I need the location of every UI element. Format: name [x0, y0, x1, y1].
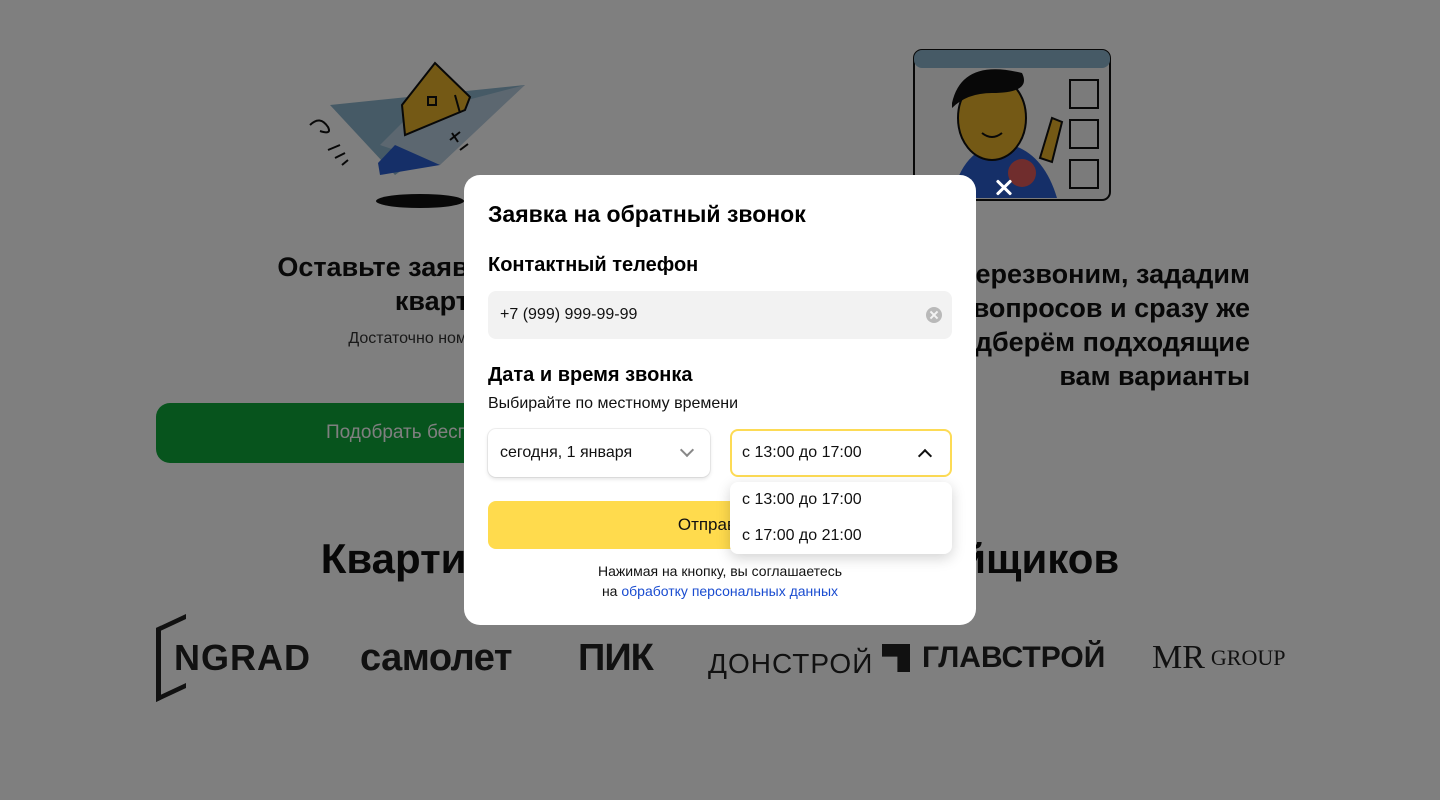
phone-label: Контактный телефон	[488, 254, 699, 276]
callback-modal: Заявка на обратный звонок Контактный тел…	[464, 175, 976, 625]
time-dropdown: с 13:00 до 17:00 с 17:00 до 21:00	[730, 482, 952, 554]
consent-text: Нажимая на кнопку, вы соглашаетесь на об…	[464, 561, 976, 601]
consent-link-line: на обработку персональных данных	[464, 581, 976, 601]
datetime-hint: Выбирайте по местному времени	[488, 395, 739, 412]
clear-icon[interactable]	[926, 307, 942, 323]
modal-title: Заявка на обратный звонок	[488, 201, 806, 227]
date-select-value: сегодня, 1 января	[500, 444, 633, 461]
chevron-down-icon	[679, 442, 695, 458]
consent-prefix: на	[601, 583, 618, 599]
phone-input[interactable]	[488, 291, 952, 339]
chevron-up-icon	[917, 448, 933, 464]
datetime-label: Дата и время звонка	[488, 364, 693, 386]
close-icon[interactable]	[992, 176, 1016, 200]
time-option[interactable]: с 17:00 до 21:00	[730, 518, 952, 554]
time-select-value: с 13:00 до 17:00	[742, 444, 862, 461]
date-select[interactable]: сегодня, 1 января	[488, 429, 710, 477]
time-option[interactable]: с 13:00 до 17:00	[730, 482, 952, 518]
consent-line: Нажимая на кнопку, вы соглашаетесь	[597, 563, 842, 579]
personal-data-link[interactable]: обработку персональных данных	[621, 583, 838, 599]
time-select[interactable]: с 13:00 до 17:00	[730, 429, 952, 477]
